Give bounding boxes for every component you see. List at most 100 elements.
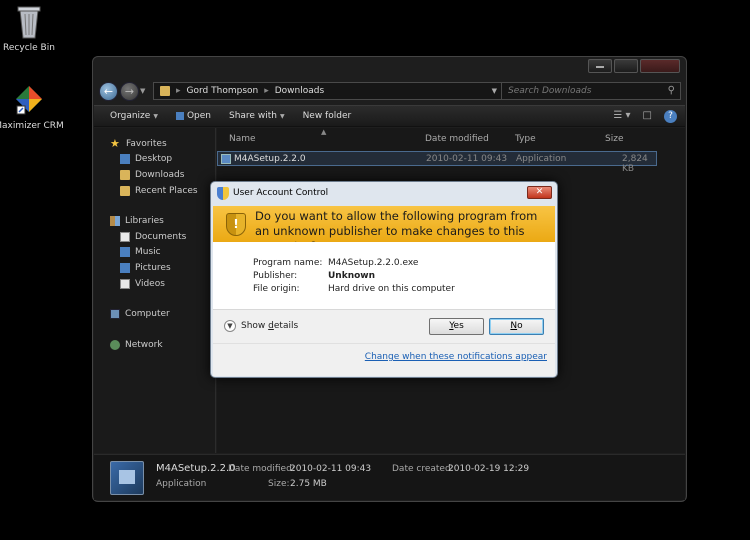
nav-documents-label: Documents xyxy=(135,231,187,242)
publisher-label: Publisher: xyxy=(253,271,298,281)
nav-videos-label: Videos xyxy=(135,278,165,289)
desktop-icon xyxy=(120,154,130,165)
open-label: Open xyxy=(186,111,211,121)
file-date-modified: 2010-02-11 09:43 xyxy=(426,154,508,164)
minimize-button[interactable] xyxy=(588,59,612,73)
file-type: Application xyxy=(516,154,567,164)
computer-icon xyxy=(110,309,120,320)
nav-downloads-label: Downloads xyxy=(135,169,185,180)
open-button[interactable]: Open xyxy=(175,111,211,121)
network-icon xyxy=(110,339,120,350)
no-label-rest: o xyxy=(517,321,523,331)
breadcrumb-gord-thompson[interactable]: Gord Thompson xyxy=(187,86,259,96)
window-close-button[interactable] xyxy=(640,59,680,73)
show-details-label: Show details xyxy=(241,321,298,331)
uac-title: User Account Control xyxy=(233,188,329,198)
recycle-bin-label: Recycle Bin xyxy=(3,43,55,53)
details-date-created-label: Date created: xyxy=(392,464,454,474)
organize-button[interactable]: Organize ▼ xyxy=(110,111,158,121)
recent-places-icon xyxy=(120,185,130,196)
new-folder-label: New folder xyxy=(302,111,352,121)
table-row[interactable]: M4ASetup.2.2.0 2010-02-11 09:43 Applicat… xyxy=(217,151,657,174)
maximize-button[interactable] xyxy=(614,59,638,73)
nav-favorites-label: Favorites xyxy=(126,138,167,149)
nav-libraries[interactable]: Libraries xyxy=(94,213,215,229)
application-icon xyxy=(221,154,231,164)
change-notifications-link[interactable]: Change when these notifications appear xyxy=(365,352,547,362)
nav-pictures-label: Pictures xyxy=(135,262,171,273)
details-date-modified: 2010-02-11 09:43 xyxy=(290,464,372,474)
search-input[interactable]: Search Downloads ⚲ xyxy=(501,82,681,100)
forward-button[interactable]: → xyxy=(120,82,139,101)
nav-documents[interactable]: Documents xyxy=(94,229,215,245)
downloads-folder-icon xyxy=(120,169,130,180)
pictures-icon xyxy=(120,262,130,273)
show-details-text-prefix: Show xyxy=(241,321,269,331)
nav-network[interactable]: Network xyxy=(94,337,215,353)
command-bar: Organize ▼ Open Share with ▼ New folder … xyxy=(94,105,685,127)
yes-label-rest: es xyxy=(453,321,464,331)
back-button[interactable]: ← xyxy=(99,82,118,101)
preview-pane-icon[interactable]: □ xyxy=(643,110,652,123)
nav-favorites[interactable]: ★ Favorites xyxy=(94,136,215,152)
breadcrumb-separator-icon: ▸ xyxy=(264,86,269,96)
share-with-label: Share with xyxy=(229,111,277,121)
share-with-button[interactable]: Share with ▼ xyxy=(229,111,285,121)
recycle-bin-desktop-icon[interactable]: Recycle Bin xyxy=(0,4,64,53)
file-name: M4ASetup.2.2.0 xyxy=(234,154,306,164)
show-details-toggle[interactable]: ▼ Show details xyxy=(224,320,298,332)
uac-close-button[interactable]: ✕ xyxy=(527,186,552,199)
show-details-text-suffix: etails xyxy=(273,321,299,331)
details-date-modified-label: Date modified: xyxy=(228,464,295,474)
new-folder-button[interactable]: New folder xyxy=(303,111,352,121)
column-header-size[interactable]: Size xyxy=(605,134,623,144)
nav-recent-places-label: Recent Places xyxy=(135,185,198,196)
change-view-icon[interactable]: ☰ ▾ xyxy=(613,110,630,123)
file-thumbnail-icon xyxy=(110,461,144,495)
details-date-created: 2010-02-19 12:29 xyxy=(448,464,530,474)
warning-shield-icon: ! xyxy=(226,213,246,236)
nav-videos[interactable]: Videos xyxy=(94,276,215,292)
search-placeholder: Search Downloads xyxy=(508,86,592,96)
star-icon: ★ xyxy=(110,136,120,150)
toolbar-view-controls: ☰ ▾ □ ? xyxy=(613,110,677,123)
uac-footer: Change when these notifications appear xyxy=(213,343,555,376)
column-header-name[interactable]: Name xyxy=(229,134,256,144)
column-header-type[interactable]: Type xyxy=(515,134,536,144)
address-bar[interactable]: ▸ Gord Thompson ▸ Downloads ▼ xyxy=(153,82,502,100)
maximizer-crm-desktop-icon[interactable]: Maximizer CRM xyxy=(0,84,64,131)
nav-downloads[interactable]: Downloads xyxy=(94,167,215,183)
window-controls xyxy=(588,59,680,73)
help-icon[interactable]: ? xyxy=(664,110,677,123)
videos-icon xyxy=(120,278,130,289)
uac-warning-banner: ! Do you want to allow the following pro… xyxy=(213,206,555,253)
maximizer-crm-label: Maximizer CRM xyxy=(0,121,64,131)
recent-pages-dropdown[interactable]: ▼ xyxy=(140,87,145,95)
file-size: 2,824 KB xyxy=(622,154,648,174)
uac-title-bar: User Account Control ✕ xyxy=(211,182,557,206)
column-header-date-modified[interactable]: Date modified xyxy=(425,134,489,144)
nav-computer[interactable]: Computer xyxy=(94,306,215,322)
sort-ascending-icon: ▲ xyxy=(321,128,327,136)
file-origin-label: File origin: xyxy=(253,284,300,294)
nav-desktop[interactable]: Desktop xyxy=(94,152,215,168)
close-icon: ✕ xyxy=(535,187,544,197)
nav-music[interactable]: Music xyxy=(94,245,215,261)
minimize-icon xyxy=(596,66,604,68)
program-name-row: Program name: M4ASetup.2.2.0.exe xyxy=(253,258,418,268)
chevron-down-icon: ▼ xyxy=(224,320,236,332)
uac-shield-icon xyxy=(217,187,229,200)
publisher-value: Unknown xyxy=(328,271,376,281)
nav-pictures[interactable]: Pictures xyxy=(94,260,215,276)
details-size: 2.75 MB xyxy=(290,479,327,489)
yes-button[interactable]: Yes xyxy=(429,318,484,335)
navigation-pane: ★ Favorites Desktop Downloads Recent Plac… xyxy=(94,128,216,453)
publisher-row: Publisher: Unknown xyxy=(253,271,375,281)
nav-music-label: Music xyxy=(135,247,161,258)
no-button[interactable]: No xyxy=(489,318,544,335)
chevron-down-icon: ▼ xyxy=(153,112,158,120)
nav-recent-places[interactable]: Recent Places xyxy=(94,183,215,199)
address-dropdown-icon[interactable]: ▼ xyxy=(492,87,497,95)
breadcrumb-downloads[interactable]: Downloads xyxy=(275,86,324,96)
uac-dialog: User Account Control ✕ ! Do you want to … xyxy=(210,181,558,378)
